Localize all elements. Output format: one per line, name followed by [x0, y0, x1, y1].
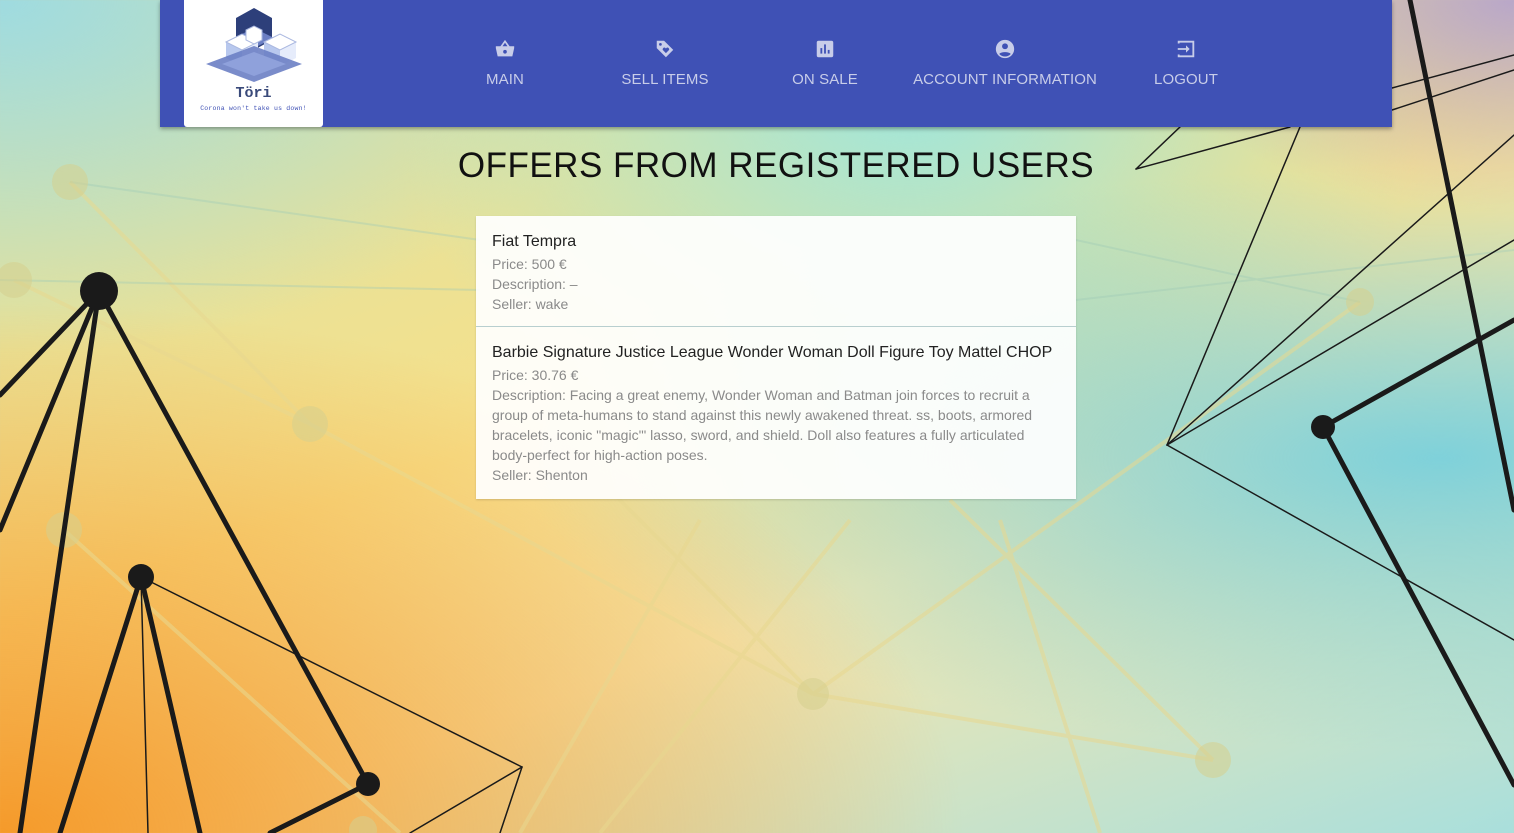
nav-on-sale-label: ON SALE	[792, 71, 858, 88]
nav-account-information-label: ACCOUNT INFORMATION	[913, 71, 1097, 88]
tag-icon	[656, 40, 674, 58]
offer-name: Fiat Tempra	[492, 233, 577, 250]
nav-account-information[interactable]: ACCOUNT INFORMATION	[910, 0, 1100, 127]
site-logo[interactable]: Töri Corona won't take us down!	[184, 0, 323, 127]
nav-logout-label: LOGOUT	[1154, 71, 1218, 88]
logout-icon	[1177, 40, 1195, 58]
page-title: OFFERS FROM REGISTERED USERS	[457, 146, 1095, 185]
offer-seller: Seller: wake	[492, 296, 569, 312]
account-circle-icon	[995, 39, 1015, 59]
nav-sell-items[interactable]: SELL ITEMS	[600, 0, 730, 127]
list-item[interactable]: Barbie Signature Justice League Wonder W…	[476, 327, 1076, 499]
logo-title: Töri	[235, 85, 272, 102]
nav-main-label: MAIN	[486, 71, 524, 88]
offers-list: Fiat Tempra Price: 500 € Description: – …	[476, 216, 1076, 499]
offer-description: Description: –	[492, 276, 578, 292]
offer-price: Price: 30.76 €	[492, 367, 579, 383]
offer-name: Barbie Signature Justice League Wonder W…	[492, 344, 1053, 361]
offer-seller: Seller: Shenton	[492, 467, 588, 483]
nav-logout[interactable]: LOGOUT	[1136, 0, 1236, 127]
offer-description: Description: Facing a great enemy, Wonde…	[492, 387, 1033, 463]
nav-sell-items-label: SELL ITEMS	[621, 71, 709, 88]
basket-icon	[495, 39, 515, 57]
logo-graphic-icon	[206, 8, 302, 82]
nav-main[interactable]: MAIN	[450, 0, 560, 127]
logo-subtitle: Corona won't take us down!	[200, 105, 307, 112]
list-item[interactable]: Fiat Tempra Price: 500 € Description: – …	[476, 216, 1076, 327]
top-navbar: Töri Corona won't take us down! MAIN SEL…	[160, 0, 1392, 127]
offer-price: Price: 500 €	[492, 256, 567, 272]
nav-on-sale[interactable]: ON SALE	[770, 0, 880, 127]
chart-icon	[816, 40, 834, 58]
